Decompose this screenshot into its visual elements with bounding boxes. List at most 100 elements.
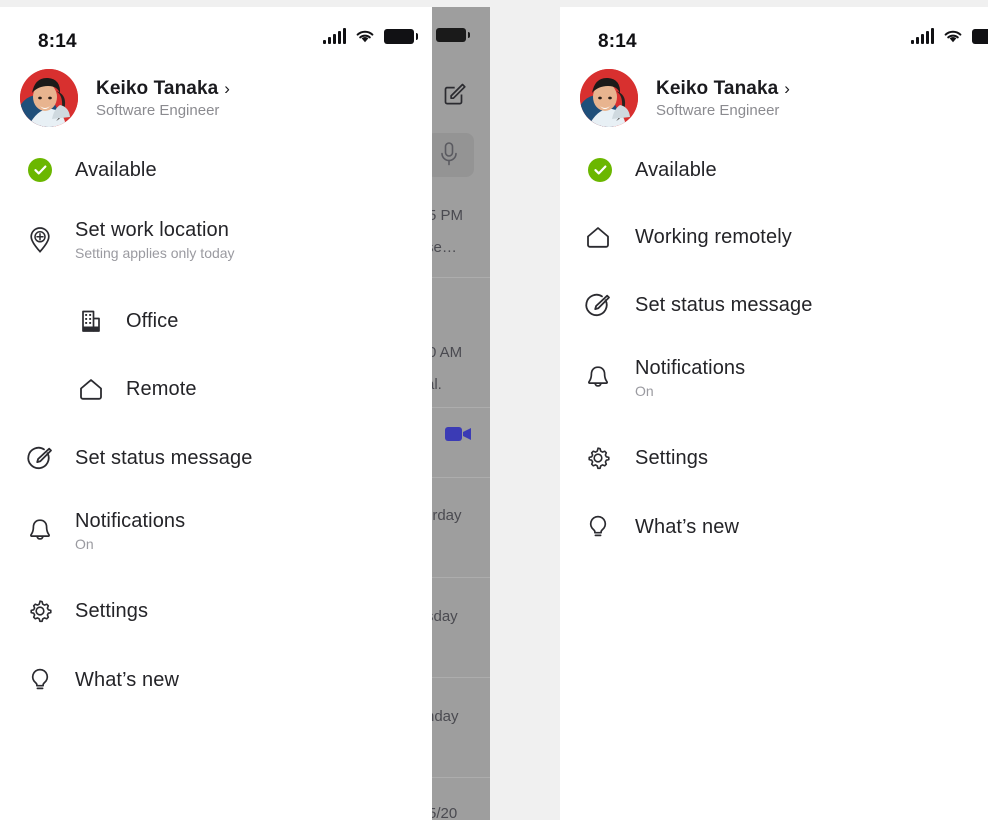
lightbulb-icon: [583, 512, 613, 542]
menu-item-label: Notifications: [75, 509, 185, 534]
menu-item-label: What’s new: [635, 515, 739, 540]
underlay-divider: [432, 577, 490, 578]
gear-icon: [25, 596, 55, 626]
underlay-text-fragment: erday: [432, 507, 462, 524]
right-phone-panel: 8:14: [560, 7, 988, 820]
underlay-divider: [432, 677, 490, 678]
edit-pencil-circle-icon: [583, 290, 613, 320]
underlay-text-fragment: 5/20: [432, 805, 457, 820]
avatar[interactable]: [580, 69, 638, 127]
profile-role: Software Engineer: [96, 102, 230, 119]
bell-icon: [583, 363, 613, 393]
microphone-icon[interactable]: [438, 141, 460, 167]
menu-item-body: Set work location Setting applies only t…: [75, 218, 235, 262]
underlay-content: 5 PM se… 0 AM al. erday sday nday 5/20: [432, 7, 490, 820]
menu-item-label: Settings: [75, 599, 148, 624]
underlay-text-fragment: 5 PM: [432, 207, 463, 224]
menu-item-settings[interactable]: Settings: [560, 435, 988, 481]
profile-header[interactable]: Keiko Tanaka › Software Engineer: [580, 69, 790, 127]
status-time: 8:14: [38, 31, 77, 53]
battery-icon: [384, 29, 414, 44]
underlay-text-fragment: sday: [432, 608, 458, 625]
menu-item-body: Settings: [635, 446, 708, 471]
profile-name: Keiko Tanaka: [656, 78, 778, 100]
menu-item-body: Notifications On: [635, 356, 745, 400]
underlay-text-fragment: se…: [432, 239, 457, 256]
menu-item-label: Working remotely: [635, 225, 792, 250]
chevron-right-icon: ›: [224, 80, 230, 97]
availability-check-icon: [585, 155, 615, 185]
underlay-text-fragment: al.: [432, 376, 442, 393]
menu-item-body: Set status message: [635, 293, 812, 318]
menu-item-set-work-location[interactable]: Set work location Setting applies only t…: [0, 210, 432, 270]
menu-item-body: Settings: [75, 599, 148, 624]
menu-item-whats-new[interactable]: What’s new: [560, 504, 988, 550]
video-camera-icon[interactable]: [442, 421, 474, 447]
status-bar-right: 8:14: [560, 7, 988, 59]
menu-item-available[interactable]: Available: [560, 147, 988, 193]
profile-name-row: Keiko Tanaka ›: [656, 78, 790, 100]
home-icon: [583, 222, 613, 252]
menu-item-sublabel: Setting applies only today: [75, 244, 235, 262]
profile-text: Keiko Tanaka › Software Engineer: [96, 78, 230, 119]
status-time: 8:14: [598, 31, 637, 53]
wifi-icon: [943, 29, 963, 44]
gear-icon: [583, 443, 613, 473]
underlay-divider: [432, 407, 490, 408]
menu-item-label: Notifications: [635, 356, 745, 381]
underlay-text-fragment: nday: [432, 708, 459, 725]
menu-item-notifications[interactable]: Notifications On: [560, 348, 988, 408]
profile-role: Software Engineer: [656, 102, 790, 119]
avatar[interactable]: [20, 69, 78, 127]
battery-icon: [436, 28, 466, 42]
underlay-divider: [432, 477, 490, 478]
menu-item-body: Office: [126, 309, 178, 334]
status-bar-left: 8:14: [0, 7, 432, 59]
menu-item-label: Set status message: [635, 293, 812, 318]
menu-item-body: Available: [75, 158, 157, 183]
edit-pencil-circle-icon: [25, 443, 55, 473]
menu-item-body: Working remotely: [635, 225, 792, 250]
menu-item-body: Notifications On: [75, 509, 185, 553]
bell-icon: [25, 516, 55, 546]
menu-item-whats-new[interactable]: What’s new: [0, 657, 432, 703]
lightbulb-icon: [25, 665, 55, 695]
menu-item-office[interactable]: Office: [0, 298, 432, 344]
underlay-text-fragment: 0 AM: [432, 344, 462, 361]
menu-item-label: Settings: [635, 446, 708, 471]
underlay-divider: [432, 277, 490, 278]
menu-item-body: Set status message: [75, 446, 252, 471]
menu-item-body: What’s new: [75, 668, 179, 693]
signal-icon: [911, 29, 934, 44]
profile-name-row: Keiko Tanaka ›: [96, 78, 230, 100]
location-pin-add-icon: [25, 225, 55, 255]
menu-item-set-status-message[interactable]: Set status message: [560, 282, 988, 328]
status-icon-group: [911, 29, 988, 44]
menu-item-settings[interactable]: Settings: [0, 588, 432, 634]
menu-item-available[interactable]: Available: [0, 147, 432, 193]
menu-item-label: Office: [126, 309, 178, 334]
profile-name: Keiko Tanaka: [96, 78, 218, 100]
wifi-icon: [355, 29, 375, 44]
profile-header[interactable]: Keiko Tanaka › Software Engineer: [20, 69, 230, 127]
menu-item-label: Set status message: [75, 446, 252, 471]
menu-item-label: Available: [635, 158, 717, 183]
menu-item-set-status-message[interactable]: Set status message: [0, 435, 432, 481]
menu-item-label: Available: [75, 158, 157, 183]
menu-item-label: Remote: [126, 377, 197, 402]
office-building-icon: [76, 306, 106, 336]
menu-item-label: What’s new: [75, 668, 179, 693]
menu-item-body: Available: [635, 158, 717, 183]
battery-icon: [972, 29, 988, 44]
status-icon-group: [323, 29, 414, 44]
menu-item-body: Remote: [126, 377, 197, 402]
menu-item-remote[interactable]: Remote: [0, 366, 432, 412]
dimmed-chat-underlay[interactable]: 5 PM se… 0 AM al. erday sday nday 5/20: [432, 7, 490, 820]
profile-text: Keiko Tanaka › Software Engineer: [656, 78, 790, 119]
menu-item-working-remotely[interactable]: Working remotely: [560, 214, 988, 260]
underlay-divider: [432, 777, 490, 778]
compose-icon[interactable]: [442, 81, 468, 107]
menu-item-notifications[interactable]: Notifications On: [0, 501, 432, 561]
left-phone-panel: 8:14: [0, 7, 432, 820]
menu-item-label: Set work location: [75, 218, 235, 243]
